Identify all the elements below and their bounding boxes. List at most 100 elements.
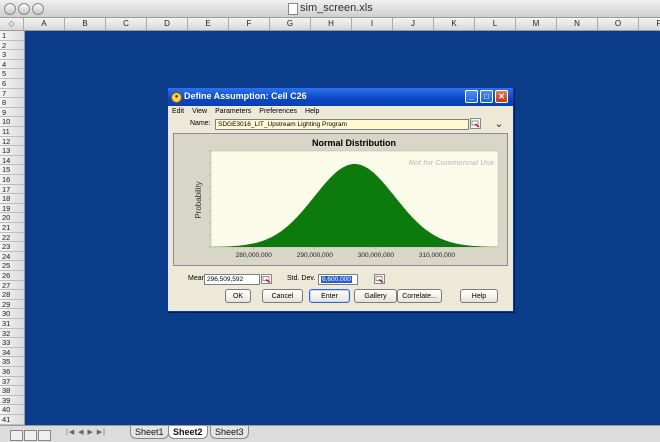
- row-header-4[interactable]: 4: [0, 60, 24, 70]
- row-header-23[interactable]: 23: [0, 242, 24, 252]
- row-header-16[interactable]: 16: [0, 175, 24, 185]
- row-header-11[interactable]: 11: [0, 127, 24, 137]
- row-header-12[interactable]: 12: [0, 137, 24, 147]
- x-tick-label: 290,000,000: [297, 252, 334, 259]
- maximize-dialog-button[interactable]: □: [480, 90, 493, 103]
- std-dev-value: 6,600,000: [321, 276, 352, 283]
- normal-view-icon[interactable]: [10, 430, 23, 441]
- row-header-32[interactable]: 32: [0, 329, 24, 339]
- minimize-window-button[interactable]: [18, 3, 30, 15]
- row-header-37[interactable]: 37: [0, 377, 24, 387]
- page-break-view-icon[interactable]: [38, 430, 51, 441]
- gallery-button[interactable]: Gallery: [354, 289, 397, 303]
- std-dev-input[interactable]: 6,600,000: [318, 274, 358, 285]
- dialog-titlebar[interactable]: ● Define Assumption: Cell C26 _ □ ✕: [168, 88, 513, 106]
- ok-button[interactable]: OK: [225, 289, 251, 303]
- row-header-28[interactable]: 28: [0, 290, 24, 300]
- row-header-29[interactable]: 29: [0, 300, 24, 310]
- row-header-30[interactable]: 30: [0, 309, 24, 319]
- correlate-button[interactable]: Correlate...: [397, 289, 442, 303]
- menu-help[interactable]: Help: [301, 107, 323, 117]
- row-header-21[interactable]: 21: [0, 223, 24, 233]
- row-header-18[interactable]: 18: [0, 194, 24, 204]
- dialog-menubar: Edit View Parameters Preferences Help: [168, 107, 513, 117]
- enter-button[interactable]: Enter: [309, 289, 350, 303]
- column-header-a[interactable]: A: [24, 18, 65, 30]
- column-header-i[interactable]: I: [352, 18, 393, 30]
- page-layout-view-icon[interactable]: [24, 430, 37, 441]
- column-header-o[interactable]: O: [598, 18, 639, 30]
- help-button[interactable]: Help: [460, 289, 498, 303]
- menu-preferences[interactable]: Preferences: [255, 107, 301, 117]
- row-header-26[interactable]: 26: [0, 271, 24, 281]
- menu-view[interactable]: View: [188, 107, 211, 117]
- row-header-10[interactable]: 10: [0, 117, 24, 127]
- x-tick-label: 310,000,000: [419, 252, 456, 259]
- row-header-31[interactable]: 31: [0, 319, 24, 329]
- row-header-5[interactable]: 5: [0, 69, 24, 79]
- mean-label: Mean: [188, 275, 206, 282]
- row-header-27[interactable]: 27: [0, 281, 24, 291]
- column-header-h[interactable]: H: [311, 18, 352, 30]
- row-header-35[interactable]: 35: [0, 357, 24, 367]
- define-assumption-dialog: ● Define Assumption: Cell C26 _ □ ✕ Edit…: [167, 87, 514, 312]
- column-header-d[interactable]: D: [147, 18, 188, 30]
- select-all-corner[interactable]: ◇: [0, 18, 24, 30]
- row-header-9[interactable]: 9: [0, 108, 24, 118]
- collapse-chevron-icon[interactable]: ⌄: [492, 117, 506, 131]
- row-header-14[interactable]: 14: [0, 156, 24, 166]
- column-header-c[interactable]: C: [106, 18, 147, 30]
- dialog-title: Define Assumption: Cell C26: [184, 91, 307, 101]
- sheet-tab-sheet1[interactable]: Sheet1: [130, 426, 169, 439]
- cancel-button[interactable]: Cancel: [262, 289, 303, 303]
- distribution-chart: Normal Distribution Not for Commercial U…: [173, 133, 508, 266]
- row-header-22[interactable]: 22: [0, 233, 24, 243]
- column-header-e[interactable]: E: [188, 18, 229, 30]
- row-header-24[interactable]: 24: [0, 252, 24, 262]
- minimize-dialog-button[interactable]: _: [465, 90, 478, 103]
- x-tick-label: 280,000,000: [236, 252, 273, 259]
- sheet-tab-sheet2[interactable]: Sheet2: [168, 426, 208, 439]
- close-dialog-button[interactable]: ✕: [495, 90, 508, 103]
- mean-input[interactable]: 296,509,592: [204, 274, 260, 285]
- row-header-13[interactable]: 13: [0, 146, 24, 156]
- column-header-k[interactable]: K: [434, 18, 475, 30]
- sheet-navigation-arrows[interactable]: |◀ ◀ ▶ ▶|: [66, 428, 106, 436]
- row-header-41[interactable]: 41: [0, 415, 24, 425]
- row-header-6[interactable]: 6: [0, 79, 24, 89]
- row-header-15[interactable]: 15: [0, 165, 24, 175]
- column-header-g[interactable]: G: [270, 18, 311, 30]
- column-header-p[interactable]: P: [639, 18, 660, 30]
- menu-parameters[interactable]: Parameters: [211, 107, 255, 117]
- close-window-button[interactable]: [4, 3, 16, 15]
- row-header-7[interactable]: 7: [0, 89, 24, 99]
- sheet-tab-sheet3[interactable]: Sheet3: [210, 426, 249, 439]
- row-header-8[interactable]: 8: [0, 98, 24, 108]
- row-header-38[interactable]: 38: [0, 386, 24, 396]
- column-header-f[interactable]: F: [229, 18, 270, 30]
- row-header-20[interactable]: 20: [0, 213, 24, 223]
- column-header-j[interactable]: J: [393, 18, 434, 30]
- row-header-39[interactable]: 39: [0, 396, 24, 406]
- column-header-n[interactable]: N: [557, 18, 598, 30]
- row-header-33[interactable]: 33: [0, 338, 24, 348]
- row-header-34[interactable]: 34: [0, 348, 24, 358]
- document-icon: [288, 3, 298, 15]
- column-header-m[interactable]: M: [516, 18, 557, 30]
- column-header-l[interactable]: L: [475, 18, 516, 30]
- zoom-window-button[interactable]: [32, 3, 44, 15]
- std-dev-picker-icon[interactable]: [374, 274, 385, 284]
- row-header-40[interactable]: 40: [0, 405, 24, 415]
- row-header-1[interactable]: 1: [0, 31, 24, 41]
- row-header-19[interactable]: 19: [0, 204, 24, 214]
- menu-edit[interactable]: Edit: [168, 107, 188, 117]
- row-header-25[interactable]: 25: [0, 261, 24, 271]
- row-header-3[interactable]: 3: [0, 50, 24, 60]
- mean-picker-icon[interactable]: [261, 274, 272, 284]
- cell-reference-picker-icon[interactable]: [470, 118, 481, 129]
- row-header-36[interactable]: 36: [0, 367, 24, 377]
- name-input[interactable]: SDGE3016_LIT_Upstream Lighting Program: [215, 119, 469, 130]
- row-header-2[interactable]: 2: [0, 41, 24, 51]
- column-header-b[interactable]: B: [65, 18, 106, 30]
- row-header-17[interactable]: 17: [0, 185, 24, 195]
